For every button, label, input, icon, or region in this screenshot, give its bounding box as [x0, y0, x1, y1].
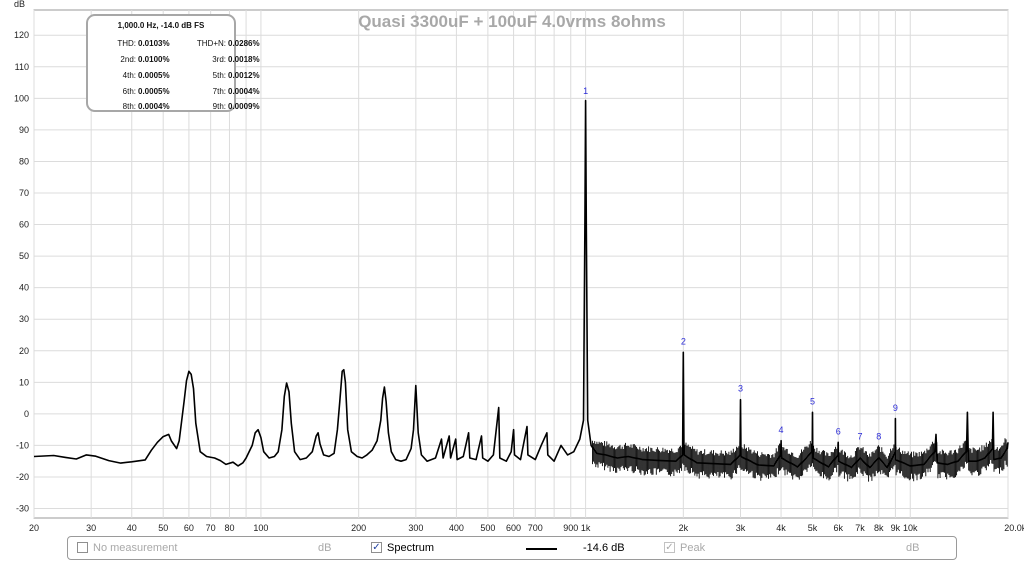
y-tick-label: -30 [16, 504, 29, 514]
x-tick-label: 20.0k Hz [1004, 523, 1024, 533]
x-tick-label: 40 [127, 523, 137, 533]
y-tick-label: 110 [15, 62, 29, 72]
distortion-label: 9th: [212, 102, 226, 111]
x-tick-label: 900 [563, 523, 578, 533]
harmonic-marker-label: 4 [779, 425, 784, 435]
distortion-label: 2nd: [120, 55, 136, 64]
distortion-row: 6th: 0.0005% 7th: 0.0004% [88, 87, 260, 99]
y-tick-label: 40 [19, 283, 29, 293]
y-tick-label: 10 [19, 377, 29, 387]
distortion-value: 0.0004% [228, 87, 260, 96]
x-tick-label: 400 [449, 523, 464, 533]
x-tick-label: 500 [480, 523, 495, 533]
harmonic-marker-label: 5 [810, 397, 815, 407]
peak-unit: dB [906, 542, 920, 554]
distortion-label: 4th: [122, 71, 136, 80]
x-tick-label: 70 [206, 523, 216, 533]
x-tick-label: 700 [528, 523, 543, 533]
x-tick-label: 20 [29, 523, 39, 533]
no-measurement-label: No measurement [93, 542, 178, 554]
peak-checkbox[interactable]: ✓ [664, 542, 675, 553]
x-tick-label: 600 [506, 523, 521, 533]
distortion-label: THD+N: [196, 39, 226, 48]
y-tick-label: 120 [14, 30, 29, 40]
x-tick-label: 200 [351, 523, 366, 533]
distortion-value: 0.0018% [228, 55, 260, 64]
harmonic-marker-label: 2 [681, 337, 686, 347]
y-tick-label: 50 [19, 251, 29, 261]
distortion-label: 8th: [122, 102, 136, 111]
distortion-readout-box: 1,000.0 Hz, -14.0 dB FS THD: 0.0103% THD… [86, 14, 260, 114]
harmonic-marker-label: 6 [836, 427, 841, 437]
spectrum-label: Spectrum [387, 542, 435, 554]
distortion-header: 1,000.0 Hz, -14.0 dB FS [117, 21, 205, 30]
y-tick-label: 20 [19, 346, 29, 356]
x-tick-label: 60 [184, 523, 194, 533]
y-tick-label: 0 [24, 409, 29, 419]
x-axis-ticks: 20 30 40 50 60 70 80 100 200 300 400 500 600 700 900 1k… [29, 523, 1024, 533]
distortion-label: THD: [117, 39, 136, 48]
x-tick-label: 80 [224, 523, 234, 533]
harmonic-marker-label: 7 [857, 431, 862, 441]
spectrum-line-swatch [526, 548, 557, 550]
y-tick-label: 100 [14, 93, 29, 103]
y-tick-label: 30 [19, 314, 29, 324]
x-tick-label: 7k [855, 523, 865, 533]
distortion-row: THD: 0.0103% THD+N: 0.0286% [88, 39, 259, 51]
y-tick-label: 80 [19, 156, 29, 166]
x-tick-label: 100 [253, 523, 268, 533]
distortion-label: 3rd: [212, 55, 226, 64]
distortion-label: 7th: [212, 87, 226, 96]
distortion-value: 0.0012% [228, 71, 260, 80]
x-tick-label: 300 [408, 523, 423, 533]
spectrum-value: -14.6 dB [583, 542, 625, 554]
x-tick-label: 8k [874, 523, 884, 533]
y-axis-ticks: 1201101009080706050403020100-10-20-30 [14, 30, 29, 513]
harmonic-marker-label: 1 [583, 86, 588, 96]
y-tick-label: 90 [19, 125, 29, 135]
harmonic-marker-label: 8 [876, 431, 881, 441]
x-tick-label: 9k [891, 523, 901, 533]
distortion-row: 2nd: 0.0100% 3rd: 0.0018% [88, 55, 259, 67]
x-tick-label: 3k [736, 523, 746, 533]
distortion-label: 5th: [212, 71, 226, 80]
x-tick-label: 6k [833, 523, 843, 533]
peak-label: Peak [680, 542, 706, 554]
x-tick-label: 5k [808, 523, 818, 533]
x-tick-label: 10k [903, 523, 918, 533]
distortion-row: 4th: 0.0005% 5th: 0.0012% [88, 71, 260, 83]
y-tick-label: -20 [16, 472, 29, 482]
distortion-row: 8th: 0.0004% 9th: 0.0009% [88, 102, 260, 114]
harmonic-marker-label: 3 [738, 383, 743, 393]
harmonic-marker-label: 9 [893, 403, 898, 413]
y-axis-unit-label: dB [14, 0, 25, 9]
y-tick-label: 70 [19, 188, 29, 198]
chart-title: Quasi 3300uF + 100uF 4.0vrms 8ohms [358, 12, 666, 31]
legend-bar: No measurement dB ✓ Spectrum -14.6 dB ✓ … [67, 536, 957, 560]
x-tick-label: 50 [158, 523, 168, 533]
no-measurement-unit: dB [318, 542, 332, 554]
distortion-value: 0.0009% [228, 102, 260, 111]
x-tick-label: 1k [581, 523, 591, 533]
x-tick-label: 2k [679, 523, 689, 533]
spectrum-checkbox[interactable]: ✓ [371, 542, 382, 553]
x-tick-label: 4k [776, 523, 786, 533]
distortion-value: 0.0286% [228, 39, 260, 48]
x-tick-label: 30 [86, 523, 96, 533]
no-measurement-checkbox[interactable] [77, 542, 88, 553]
distortion-label: 6th: [122, 87, 136, 96]
y-tick-label: 60 [19, 220, 29, 230]
y-tick-label: -10 [16, 440, 29, 450]
